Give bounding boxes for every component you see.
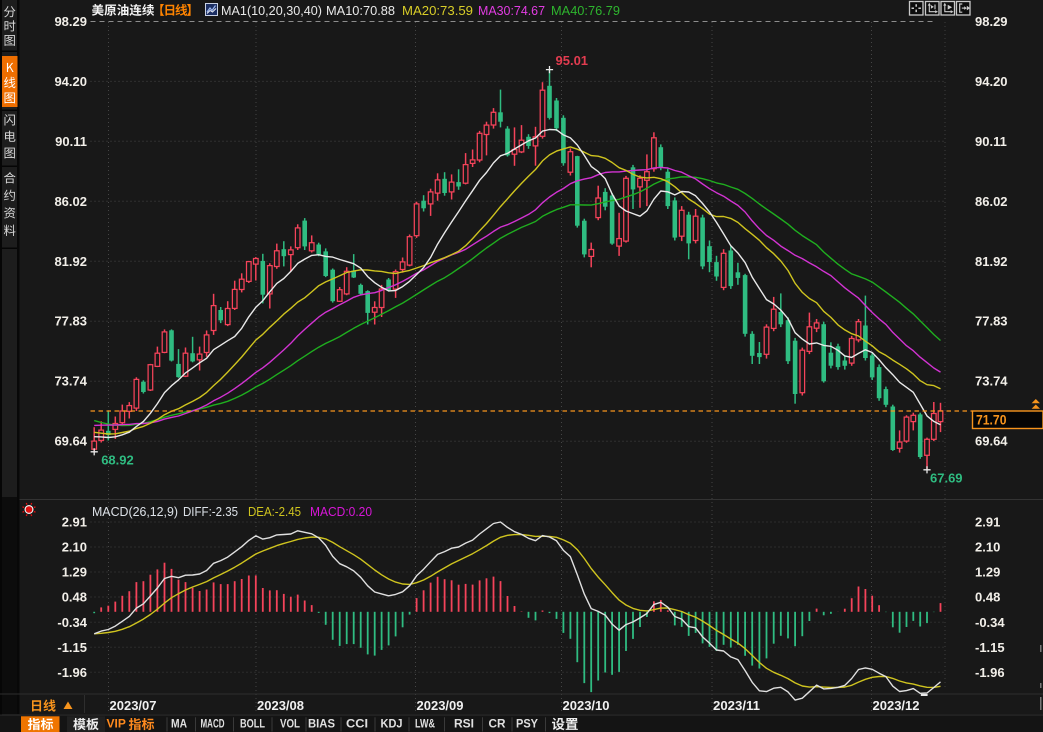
- svg-text:KDJ: KDJ: [381, 719, 403, 731]
- svg-text:CR: CR: [489, 719, 507, 731]
- svg-text:86.02: 86.02: [975, 194, 1008, 209]
- svg-text:BIAS: BIAS: [308, 719, 335, 731]
- svg-text:2023/10: 2023/10: [563, 698, 610, 713]
- svg-text:-0.34: -0.34: [57, 615, 87, 630]
- svg-text:DIFF:-2.35: DIFF:-2.35: [183, 504, 238, 519]
- svg-text:73.74: 73.74: [54, 374, 87, 389]
- svg-text:-1.15: -1.15: [975, 640, 1005, 655]
- svg-text:VOL: VOL: [280, 719, 300, 731]
- svg-text:-1.96: -1.96: [57, 665, 87, 680]
- svg-text:71.70: 71.70: [976, 412, 1007, 428]
- svg-text:86.02: 86.02: [54, 194, 87, 209]
- svg-text:PSY: PSY: [516, 719, 538, 731]
- svg-text:MACD(26,12,9): MACD(26,12,9): [92, 504, 178, 519]
- svg-text:2.10: 2.10: [975, 540, 1000, 555]
- svg-text:98.29: 98.29: [975, 14, 1008, 29]
- svg-text:2.10: 2.10: [62, 540, 87, 555]
- svg-text:67.69: 67.69: [930, 470, 963, 485]
- svg-text:-1.96: -1.96: [975, 665, 1005, 680]
- svg-text:2023/08: 2023/08: [257, 698, 304, 713]
- svg-text:MACD: MACD: [201, 719, 225, 731]
- svg-text:MA10:70.88: MA10:70.88: [326, 3, 395, 18]
- svg-text:CCI: CCI: [346, 719, 368, 731]
- svg-text:73.74: 73.74: [975, 374, 1008, 389]
- svg-text:2023/11: 2023/11: [713, 698, 760, 713]
- svg-text:90.11: 90.11: [975, 134, 1007, 149]
- svg-text:95.01: 95.01: [556, 53, 589, 68]
- svg-text:98.29: 98.29: [54, 14, 87, 29]
- svg-text:DEA:-2.45: DEA:-2.45: [248, 504, 301, 519]
- svg-text:0.48: 0.48: [62, 590, 87, 605]
- svg-text:2023/09: 2023/09: [417, 698, 464, 713]
- svg-text:MA40:76.79: MA40:76.79: [551, 3, 620, 18]
- svg-text:68.92: 68.92: [101, 452, 134, 467]
- svg-text:81.92: 81.92: [975, 254, 1008, 269]
- svg-text:VIP: VIP: [107, 717, 126, 731]
- svg-text:MA1(10,20,30,40): MA1(10,20,30,40): [221, 3, 322, 18]
- svg-text:2023/07: 2023/07: [110, 698, 157, 713]
- svg-text:-0.34: -0.34: [975, 615, 1005, 630]
- svg-text:MA20:73.59: MA20:73.59: [402, 3, 473, 18]
- svg-text:2.91: 2.91: [975, 515, 1000, 530]
- svg-text:MA30:74.67: MA30:74.67: [478, 3, 545, 18]
- svg-text:1.29: 1.29: [62, 565, 87, 580]
- svg-text:2.91: 2.91: [62, 515, 87, 530]
- svg-text:77.83: 77.83: [54, 314, 87, 329]
- svg-text:81.92: 81.92: [54, 254, 87, 269]
- svg-text:90.11: 90.11: [55, 134, 87, 149]
- svg-text:MA: MA: [171, 719, 187, 731]
- svg-text:1.29: 1.29: [975, 565, 1000, 580]
- svg-text:2023/12: 2023/12: [873, 698, 920, 713]
- svg-text:LW&: LW&: [415, 719, 435, 731]
- svg-text:69.64: 69.64: [54, 434, 87, 449]
- svg-text:BOLL: BOLL: [240, 719, 265, 731]
- svg-text:0.48: 0.48: [975, 590, 1000, 605]
- svg-text:94.20: 94.20: [54, 74, 87, 89]
- svg-text:-1.15: -1.15: [57, 640, 87, 655]
- svg-text:77.83: 77.83: [975, 314, 1008, 329]
- svg-text:94.20: 94.20: [975, 74, 1008, 89]
- svg-text:MACD:0.20: MACD:0.20: [310, 504, 372, 519]
- svg-text:RSI: RSI: [454, 719, 474, 731]
- svg-text:69.64: 69.64: [975, 434, 1008, 449]
